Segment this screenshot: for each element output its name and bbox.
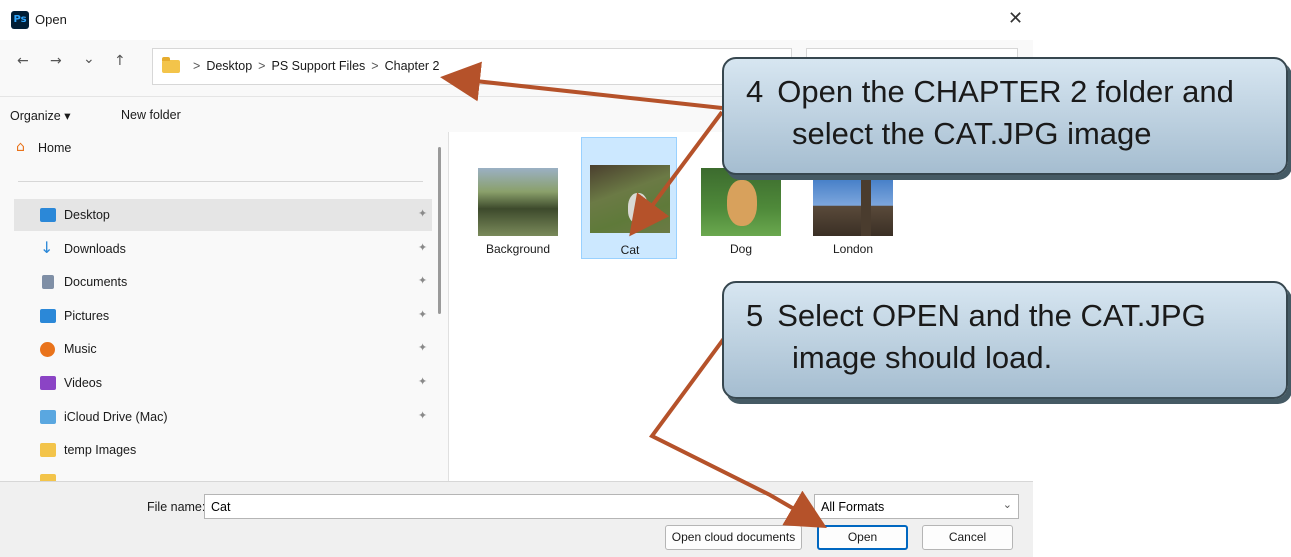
arrow-to-breadcrumb [440,61,723,110]
callout-number: 5 [746,298,764,333]
callout-step-4: 4 Open the CHAPTER 2 folder and select th… [722,57,1288,175]
callout-text-line-1: Select OPEN and the CAT.JPG [777,298,1206,333]
arrow-to-cat-thumbnail [629,110,724,237]
callout-step-5: 5 Select OPEN and the CAT.JPG image shoul… [722,281,1288,399]
callout-text-line-2: image should load. [792,340,1053,375]
callout-text-line-1: Open the CHAPTER 2 folder and [777,74,1234,109]
callout-number: 4 [746,74,764,109]
callout-text-line-2: select the CAT.JPG image [792,116,1152,151]
